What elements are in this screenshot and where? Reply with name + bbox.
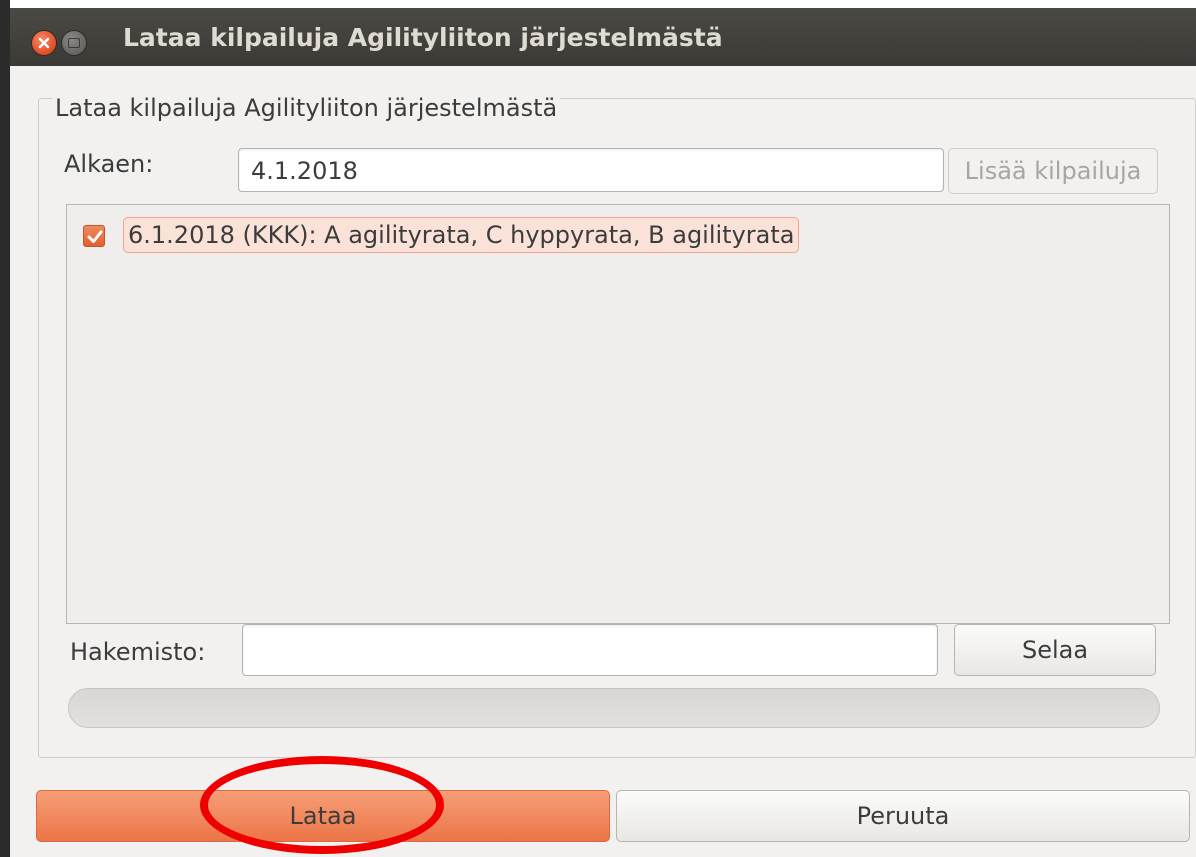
directory-input[interactable] — [242, 624, 938, 676]
competition-list[interactable]: 6.1.2018 (KKK): A agilityrata, C hyppyra… — [66, 204, 1170, 624]
maximize-icon — [68, 38, 80, 48]
directory-label: Hakemisto: — [70, 638, 206, 666]
add-competitions-button[interactable]: Lisää kilpailuja — [948, 148, 1158, 194]
checkmark-icon — [87, 230, 103, 243]
maximize-button[interactable] — [62, 31, 86, 55]
window-edge — [0, 0, 10, 857]
load-button[interactable]: Lataa — [36, 790, 610, 842]
window-title: Lataa kilpailuja Agilityliiton järjestel… — [123, 23, 723, 52]
list-item[interactable]: 6.1.2018 (KKK): A agilityrata, C hyppyra… — [71, 213, 851, 257]
start-date-input[interactable]: 4.1.2018 — [238, 148, 944, 192]
close-icon — [38, 37, 50, 49]
cancel-button[interactable]: Peruuta — [616, 790, 1190, 842]
download-progress-bar — [68, 688, 1160, 728]
competition-label: 6.1.2018 (KKK): A agilityrata, C hyppyra… — [123, 217, 800, 253]
competition-checkbox[interactable] — [83, 225, 105, 247]
dialog-window: Lataa kilpailuja Agilityliiton järjestel… — [10, 8, 1196, 857]
start-date-label: Alkaen: — [64, 150, 154, 178]
close-button[interactable] — [32, 31, 56, 55]
title-bar[interactable]: Lataa kilpailuja Agilityliiton järjestel… — [10, 8, 1196, 66]
groupbox-title: Lataa kilpailuja Agilityliiton järjestel… — [52, 94, 561, 122]
browse-button[interactable]: Selaa — [954, 624, 1156, 676]
